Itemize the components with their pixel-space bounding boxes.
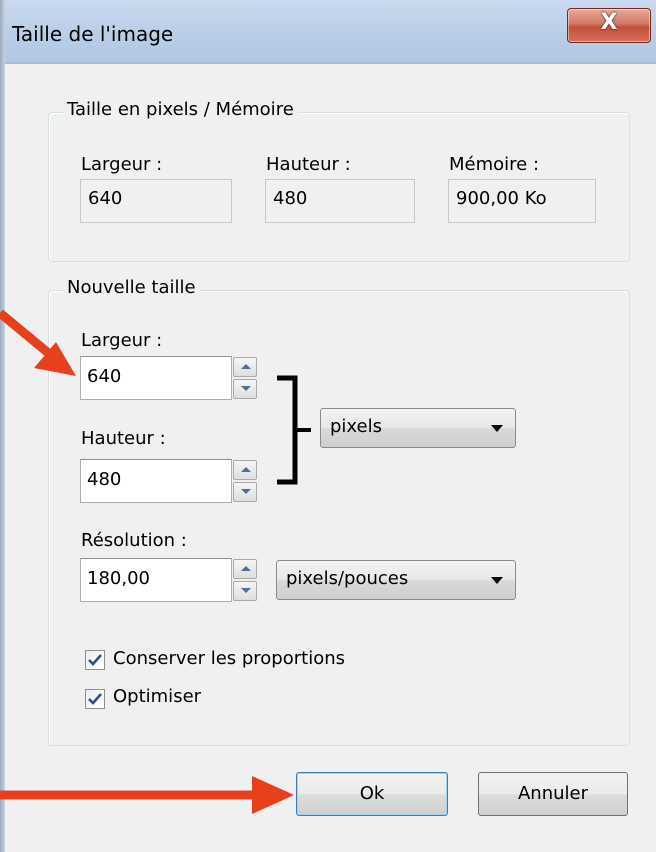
- link-bracket-icon: [277, 375, 311, 485]
- title-bar[interactable]: Taille de l'image X: [0, 0, 656, 62]
- current-height-field: 480: [265, 179, 415, 223]
- optimize-checkbox[interactable]: [85, 689, 105, 709]
- new-width-label: Largeur :: [81, 330, 163, 351]
- resolution-unit-select[interactable]: pixels/pouces: [276, 560, 516, 600]
- new-width-down-button[interactable]: [233, 379, 257, 399]
- chevron-up-icon: [241, 566, 251, 571]
- optimize-label[interactable]: Optimiser: [113, 686, 201, 707]
- new-width-up-button[interactable]: [233, 357, 257, 377]
- chevron-down-icon: [241, 489, 251, 494]
- new-width-input[interactable]: 640: [80, 356, 232, 400]
- new-height-up-button[interactable]: [233, 460, 257, 480]
- memory-field: 900,00 Ko: [448, 179, 596, 223]
- dropdown-arrow-icon: [491, 425, 503, 432]
- resolution-up-button[interactable]: [233, 559, 257, 579]
- new-width-spinner[interactable]: [233, 357, 259, 401]
- size-unit-select[interactable]: pixels: [320, 408, 516, 448]
- close-icon: X: [600, 10, 618, 35]
- current-size-legend: Taille en pixels / Mémoire: [63, 99, 298, 120]
- close-button[interactable]: X: [567, 8, 651, 43]
- resolution-spinner[interactable]: [233, 559, 259, 603]
- chevron-up-icon: [241, 467, 251, 472]
- keep-proportions-checkbox[interactable]: [85, 650, 105, 670]
- chevron-down-icon: [241, 386, 251, 391]
- memory-label: Mémoire :: [449, 154, 540, 175]
- ok-button[interactable]: Ok: [296, 772, 448, 816]
- resolution-label: Résolution :: [81, 530, 187, 551]
- cancel-button[interactable]: Annuler: [478, 772, 628, 816]
- checkmark-icon: [88, 693, 102, 705]
- size-unit-value: pixels: [330, 416, 382, 437]
- new-height-down-button[interactable]: [233, 482, 257, 502]
- current-width-field: 640: [80, 179, 232, 223]
- window-left-border: [0, 0, 5, 852]
- resolution-down-button[interactable]: [233, 581, 257, 601]
- chevron-up-icon: [241, 364, 251, 369]
- new-height-label: Hauteur :: [81, 428, 166, 449]
- keep-proportions-label[interactable]: Conserver les proportions: [113, 648, 345, 669]
- image-size-dialog: Taille de l'image X Taille en pixels / M…: [0, 0, 656, 852]
- current-height-label: Hauteur :: [266, 154, 351, 175]
- new-height-input[interactable]: 480: [80, 459, 232, 503]
- new-height-spinner[interactable]: [233, 460, 259, 504]
- current-width-label: Largeur :: [81, 154, 163, 175]
- checkmark-icon: [88, 654, 102, 666]
- window-title: Taille de l'image: [12, 22, 174, 46]
- dialog-body: Taille en pixels / Mémoire Largeur : 640…: [12, 64, 644, 852]
- dropdown-arrow-icon: [491, 577, 503, 584]
- chevron-down-icon: [241, 588, 251, 593]
- resolution-unit-value: pixels/pouces: [286, 568, 409, 589]
- new-size-legend: Nouvelle taille: [63, 277, 200, 298]
- resolution-input[interactable]: 180,00: [80, 558, 232, 602]
